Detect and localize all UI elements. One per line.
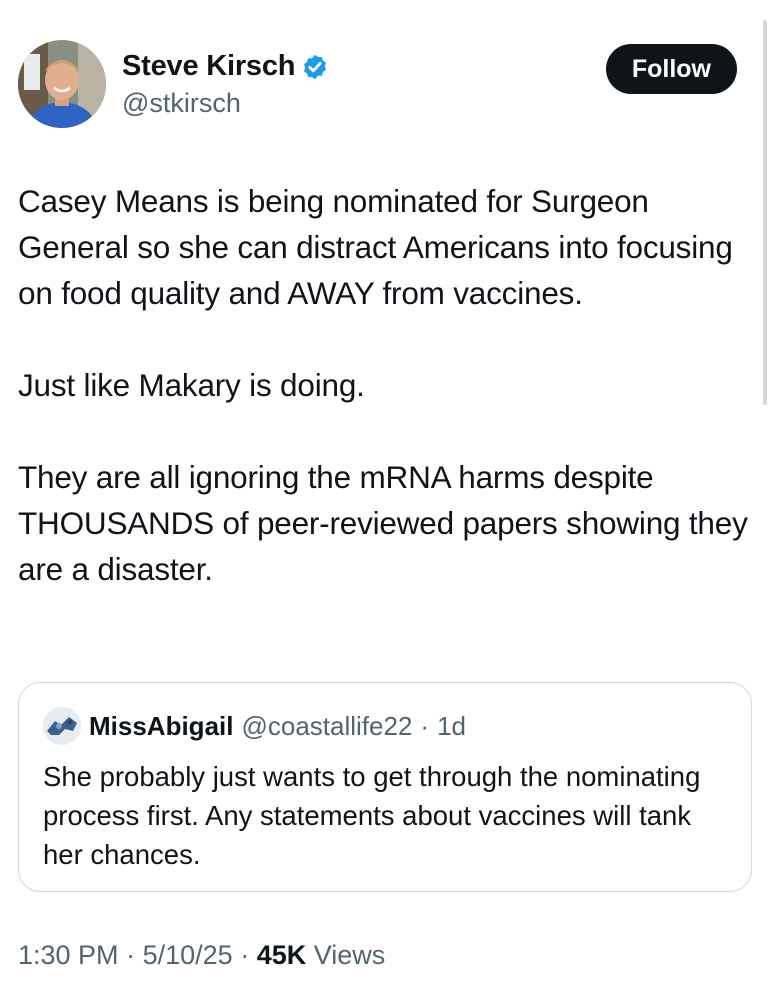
quoted-author-handle: @coastallife22 <box>241 710 413 741</box>
tweet-time[interactable]: 1:30 PM <box>18 940 119 970</box>
tweet-paragraph: They are all ignoring the mRNA harms des… <box>18 459 748 587</box>
views-label: Views <box>313 940 386 970</box>
quoted-author-avatar[interactable] <box>43 707 81 745</box>
author-avatar[interactable] <box>18 40 106 128</box>
meta-separator: · <box>240 940 250 970</box>
tweet-text: Casey Means is being nominated for Surge… <box>18 178 748 592</box>
tweet-meta: 1:30 PM · 5/10/25 · 45K Views <box>18 940 385 971</box>
follow-button[interactable]: Follow <box>605 44 737 94</box>
author-name[interactable]: Steve Kirsch <box>122 50 296 83</box>
author-handle[interactable]: @stkirsch <box>122 88 241 119</box>
views-count: 45K <box>256 940 307 970</box>
quoted-separator: · <box>420 710 430 741</box>
tweet-date[interactable]: 5/10/25 <box>143 940 233 970</box>
tweet-paragraph: Just like Makary is doing. <box>18 367 365 403</box>
quoted-tweet-header: MissAbigail @coastallife22 · 1d <box>43 707 466 745</box>
quoted-timestamp: 1d <box>437 710 467 741</box>
author-name-row: Steve Kirsch <box>122 50 329 83</box>
tweet-header: Steve Kirsch @stkirsch Follow <box>18 40 737 130</box>
meta-separator: · <box>126 940 136 970</box>
verified-badge-icon <box>301 53 329 81</box>
scrollbar[interactable] <box>763 20 767 405</box>
quoted-tweet-card[interactable]: MissAbigail @coastallife22 · 1d She probab… <box>18 682 752 892</box>
tweet-paragraph: Casey Means is being nominated for Surge… <box>18 183 733 311</box>
quoted-tweet-text: She probably just wants to get through t… <box>43 761 701 870</box>
quoted-author-name: MissAbigail <box>89 710 234 741</box>
